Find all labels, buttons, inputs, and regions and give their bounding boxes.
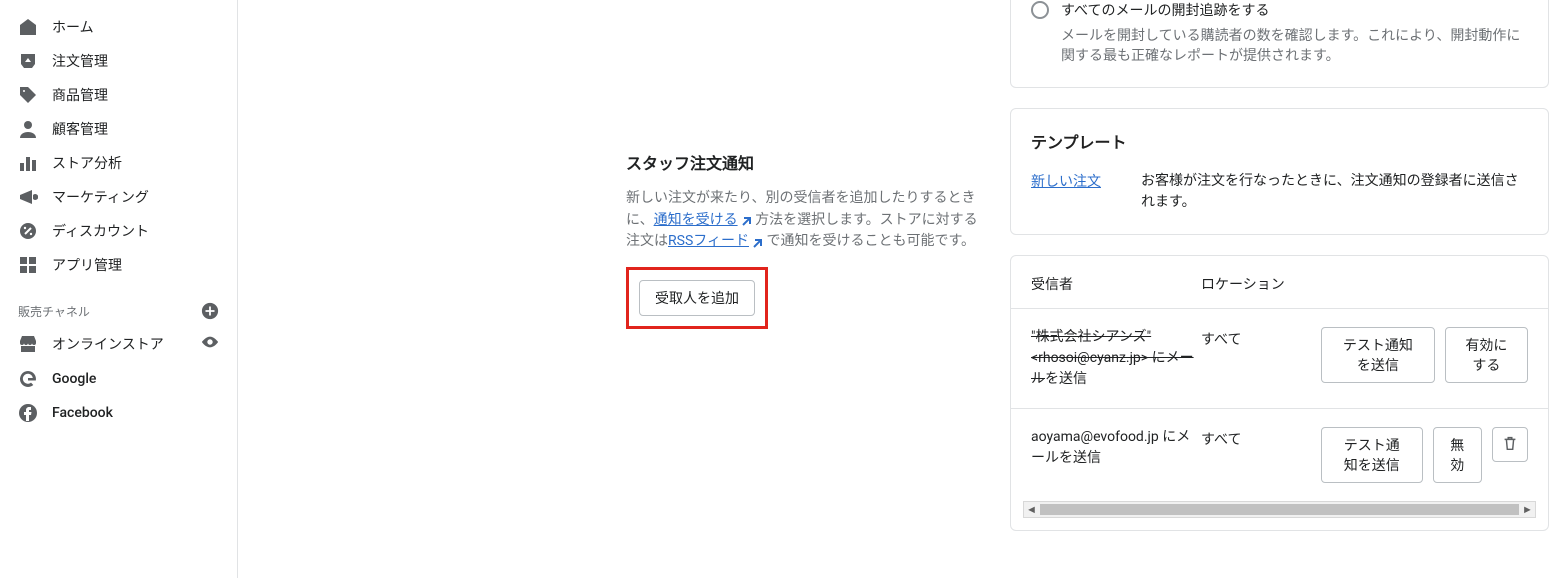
nav-orders[interactable]: 注文管理 — [0, 44, 237, 78]
recipient-location: すべて — [1201, 427, 1321, 449]
nav-label: 顧客管理 — [52, 119, 108, 139]
scroll-thumb[interactable] — [1040, 504, 1519, 515]
discount-icon — [18, 221, 38, 241]
recipients-card: 受信者 ロケーション "株式会社シアンズ" <rhosoi@cyanz.jp> … — [1010, 255, 1549, 531]
highlight-box: 受取人を追加 — [626, 267, 768, 329]
send-test-button[interactable]: テスト通知を送信 — [1321, 427, 1423, 483]
recipient-text: "株式会社シアンズ" <rhosoi@cyanz.jp> にメールを送信 — [1031, 327, 1201, 390]
staff-notify-title: スタッフ注文通知 — [626, 150, 980, 174]
desc-post: で通知を受けることも可能です。 — [763, 233, 975, 249]
inbox-icon — [18, 51, 38, 71]
recipient-text: aoyama@evofood.jp にメールを送信 — [1031, 427, 1201, 469]
eye-icon[interactable] — [201, 333, 219, 355]
sidebar: ホーム 注文管理 商品管理 顧客管理 ストア分析 マーケティング ディスカウント… — [0, 0, 238, 578]
rss-feed-link[interactable]: RSSフィード — [668, 233, 749, 249]
delete-recipient-button[interactable] — [1492, 427, 1528, 462]
col-location: ロケーション — [1201, 274, 1321, 294]
store-icon — [18, 334, 38, 354]
nav-label: マーケティング — [52, 187, 149, 207]
nav-apps[interactable]: アプリ管理 — [0, 248, 237, 282]
nav-label: ディスカウント — [52, 221, 149, 241]
col-recipient: 受信者 — [1031, 274, 1201, 294]
tracking-radio[interactable]: すべてのメールの開封追跡をする — [1031, 0, 1528, 20]
analytics-icon — [18, 153, 38, 173]
staff-notify-desc: 新しい注文が来たり、別の受信者を追加したりするときに、通知を受ける 方法を選択し… — [626, 188, 980, 253]
channel-label: オンラインストア — [52, 334, 164, 354]
radio-icon — [1031, 1, 1049, 19]
tracking-label: すべてのメールの開封追跡をする — [1061, 0, 1269, 20]
nav-label: アプリ管理 — [52, 255, 122, 275]
channel-google[interactable]: Google — [0, 362, 237, 396]
add-channel-icon[interactable] — [201, 302, 219, 320]
scroll-right-arrow[interactable]: ► — [1520, 502, 1535, 517]
receive-notification-link[interactable]: 通知を受ける — [654, 212, 738, 228]
nav-marketing[interactable]: マーケティング — [0, 180, 237, 214]
horizontal-scrollbar[interactable]: ◄ ► — [1011, 501, 1548, 530]
nav-home[interactable]: ホーム — [0, 10, 237, 44]
nav-label: ストア分析 — [52, 153, 122, 173]
nav-customers[interactable]: 顧客管理 — [0, 112, 237, 146]
channels-header-label: 販売チャネル — [18, 303, 90, 320]
recipient-row: aoyama@evofood.jp にメールを送信 すべて テスト通知を送信 無… — [1011, 408, 1548, 501]
megaphone-icon — [18, 187, 38, 207]
template-desc: お客様が注文を行なったときに、注文通知の登録者に送信されます。 — [1141, 171, 1528, 214]
disable-button[interactable]: 無効 — [1433, 427, 1482, 483]
link2-text: RSSフィード — [668, 233, 749, 249]
google-icon — [18, 369, 38, 389]
nav-analytics[interactable]: ストア分析 — [0, 146, 237, 180]
nav-label: 注文管理 — [52, 51, 108, 71]
external-icon — [740, 214, 752, 226]
channel-facebook[interactable]: Facebook — [0, 396, 237, 430]
right-column: すべてのメールの開封追跡をする メールを開封している購読者の数を確認します。これ… — [998, 0, 1549, 578]
tracking-card: すべてのメールの開封追跡をする メールを開封している購読者の数を確認します。これ… — [1010, 0, 1549, 88]
tracking-desc: メールを開封している購読者の数を確認します。これにより、開封動作に関する最も正確… — [1061, 26, 1528, 67]
recipient-location: すべて — [1201, 327, 1321, 349]
channels-header: 販売チャネル — [0, 282, 237, 326]
main-content: スタッフ注文通知 新しい注文が来たり、別の受信者を追加したりするときに、通知を受… — [238, 0, 1549, 578]
facebook-icon — [18, 403, 38, 423]
recipient-plain: を送信 — [1045, 371, 1087, 387]
external-icon — [751, 236, 763, 248]
tag-icon — [18, 85, 38, 105]
enable-button[interactable]: 有効にする — [1445, 327, 1528, 383]
section-intro: スタッフ注文通知 新しい注文が来たり、別の受信者を追加したりするときに、通知を受… — [608, 0, 998, 578]
add-recipient-button[interactable]: 受取人を追加 — [639, 280, 755, 316]
recipient-row: "株式会社シアンズ" <rhosoi@cyanz.jp> にメールを送信 すべて… — [1011, 308, 1548, 408]
template-card: テンプレート 新しい注文 お客様が注文を行なったときに、注文通知の登録者に送信さ… — [1010, 108, 1549, 235]
channel-online-store[interactable]: オンラインストア — [0, 326, 237, 362]
nav-label: ホーム — [52, 17, 94, 37]
home-icon — [18, 17, 38, 37]
user-icon — [18, 119, 38, 139]
recipients-header: 受信者 ロケーション — [1011, 256, 1548, 308]
send-test-button[interactable]: テスト通知を送信 — [1321, 327, 1435, 383]
nav-label: 商品管理 — [52, 85, 108, 105]
scroll-left-arrow[interactable]: ◄ — [1024, 502, 1039, 517]
template-title: テンプレート — [1031, 129, 1528, 153]
channel-label: Facebook — [52, 405, 113, 421]
new-order-template-link[interactable]: 新しい注文 — [1031, 171, 1101, 191]
nav-products[interactable]: 商品管理 — [0, 78, 237, 112]
link1-text: 通知を受ける — [654, 212, 738, 228]
apps-icon — [18, 255, 38, 275]
nav-discounts[interactable]: ディスカウント — [0, 214, 237, 248]
channel-label: Google — [52, 371, 96, 387]
